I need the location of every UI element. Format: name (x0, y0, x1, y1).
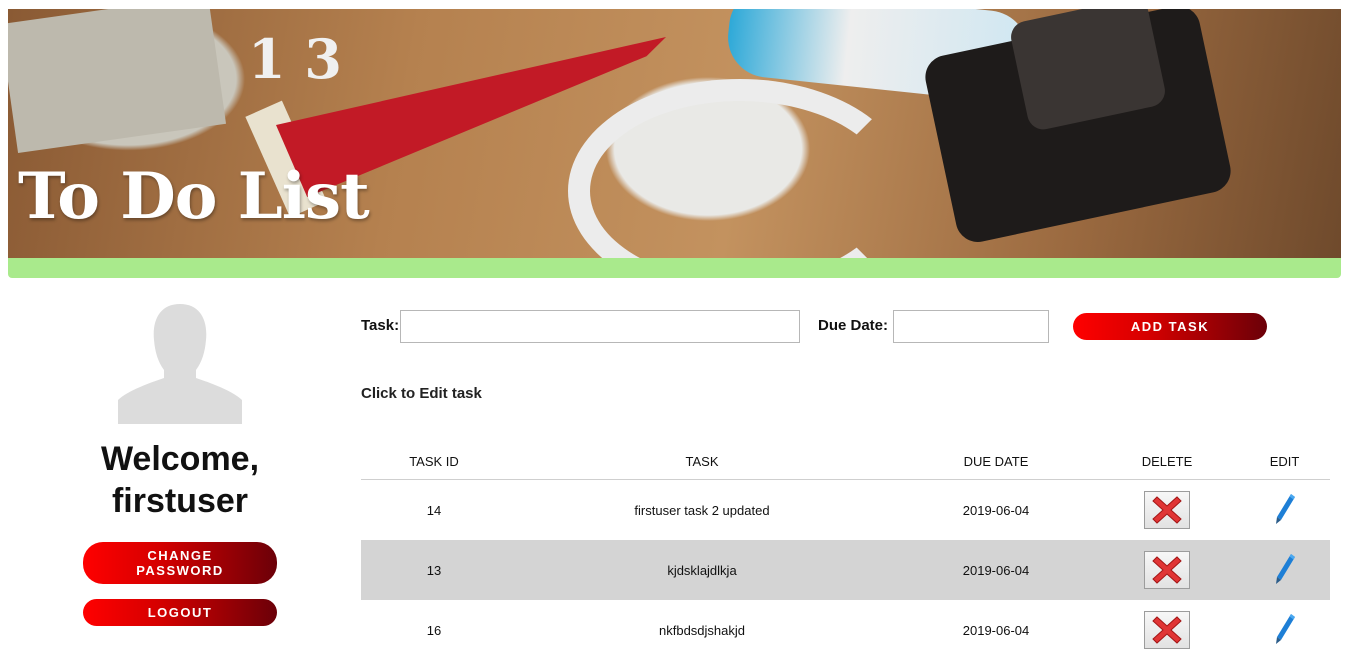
table-row[interactable]: 14 firstuser task 2 updated 2019-06-04 (361, 480, 1330, 541)
pencil-icon (1275, 493, 1295, 524)
task-text-cell[interactable]: kjdsklajdlkja (507, 540, 897, 600)
task-input[interactable] (400, 310, 800, 343)
edit-cell (1239, 600, 1330, 660)
header-divider-bar (8, 258, 1341, 278)
pencil-icon (1275, 553, 1295, 584)
user-silhouette-icon (116, 300, 244, 424)
edit-task-button[interactable] (1273, 552, 1297, 589)
delete-cell (1095, 480, 1239, 541)
task-table: TASK ID TASK DUE DATE DELETE EDIT 14 fir… (361, 443, 1330, 660)
task-text-cell[interactable]: nkfbdsdjshakjd (507, 600, 897, 660)
task-id-cell: 14 (426, 502, 442, 518)
task-text-cell[interactable]: firstuser task 2 updated (507, 480, 897, 541)
column-header-delete: DELETE (1095, 443, 1239, 480)
task-id-cell: 13 (361, 540, 507, 600)
change-password-label-line2: PASSWORD (136, 563, 224, 578)
delete-task-button[interactable] (1144, 491, 1190, 529)
table-header-row: TASK ID TASK DUE DATE DELETE EDIT (361, 443, 1330, 480)
due-date-cell: 2019-06-04 (962, 502, 1030, 518)
red-x-icon (1152, 496, 1182, 524)
red-x-icon (1152, 556, 1182, 584)
table-row[interactable]: 16 nkfbdsdjshakjd 2019-06-04 (361, 600, 1330, 660)
banner-numbers: 1 3 (248, 27, 342, 91)
edit-hint-text: Click to Edit task (361, 385, 482, 402)
due-date-label: Due Date: (818, 317, 889, 334)
pencil-icon (1275, 613, 1295, 644)
delete-task-button[interactable] (1144, 611, 1190, 649)
delete-cell (1095, 540, 1239, 600)
edit-cell (1239, 480, 1330, 541)
delete-task-button[interactable] (1144, 551, 1190, 589)
column-header-task-id: TASK ID (361, 443, 507, 480)
due-date-cell: 2019-06-04 (962, 622, 1030, 638)
edit-task-button[interactable] (1273, 612, 1297, 649)
column-header-due-date: DUE DATE (897, 443, 1095, 480)
welcome-username: firstuser (111, 482, 249, 520)
task-label: Task: (361, 317, 400, 334)
delete-cell (1095, 600, 1239, 660)
red-x-icon (1152, 616, 1182, 644)
task-id-cell: 16 (426, 622, 442, 638)
edit-cell (1239, 540, 1330, 600)
add-task-button[interactable]: ADD TASK (1073, 313, 1267, 340)
edit-task-button[interactable] (1273, 492, 1297, 529)
welcome-greeting: Welcome, (100, 440, 260, 478)
due-date-cell: 2019-06-04 (897, 540, 1095, 600)
table-row[interactable]: 13 kjdsklajdlkja 2019-06-04 (361, 540, 1330, 600)
change-password-label-line1: CHANGE (147, 548, 213, 563)
welcome-message: Welcome, firstuser (101, 438, 259, 522)
logout-button[interactable]: LOGOUT (83, 599, 277, 626)
banner-book-image (8, 9, 227, 153)
column-header-edit: EDIT (1239, 443, 1330, 480)
page-title: To Do List (18, 159, 370, 234)
change-password-button[interactable]: CHANGE PASSWORD (83, 542, 277, 584)
header-banner: 1 3 To Do List (8, 9, 1341, 258)
banner-swirl-image (568, 79, 912, 258)
due-date-input[interactable] (893, 310, 1049, 343)
user-sidebar: Welcome, firstuser CHANGE PASSWORD LOGOU… (60, 300, 300, 626)
column-header-task: TASK (507, 443, 897, 480)
